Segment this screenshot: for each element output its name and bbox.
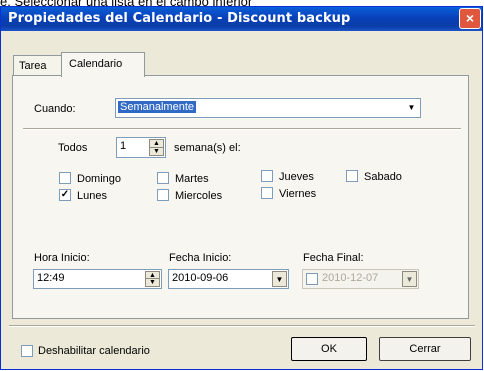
calendar-tab-panel: Cuando: Semanalmente ▼ Todos 1 ▲ ▼ seman…	[12, 75, 469, 319]
disable-calendar-checkbox[interactable]	[21, 345, 33, 357]
day-martes-checkbox[interactable]	[157, 172, 169, 184]
day-martes-label: Martes	[175, 173, 209, 185]
chevron-down-icon[interactable]: ▼	[272, 271, 287, 287]
day-sabado-checkbox[interactable]	[346, 170, 358, 182]
start-date-value: 2010-09-06	[172, 272, 229, 284]
tab-calendario-label: Calendario	[69, 58, 123, 70]
end-date-enable-checkbox[interactable]	[306, 273, 318, 285]
chevron-down-icon[interactable]: ▼	[404, 100, 419, 116]
every-suffix-label: semana(s) el:	[174, 142, 241, 154]
end-date-label: Fecha Final:	[303, 252, 364, 264]
tab-tarea-label: Tarea	[19, 60, 47, 72]
end-date-value: 2010-12-07	[322, 272, 379, 284]
ok-button-label: OK	[321, 343, 337, 355]
start-date-label: Fecha Inicio:	[169, 252, 232, 264]
day-domingo-label: Domingo	[77, 173, 122, 185]
stepper-down-icon[interactable]: ▼	[146, 279, 159, 286]
every-weeks-stepper[interactable]: ▲ ▼	[149, 139, 164, 156]
separator-top	[23, 128, 461, 130]
day-jueves-label: Jueves	[279, 171, 314, 183]
when-select[interactable]: Semanalmente ▼	[115, 98, 421, 118]
day-jueves-checkbox[interactable]	[261, 170, 273, 182]
start-time-input[interactable]: 12:49 ▲ ▼	[33, 269, 162, 289]
stepper-up-icon[interactable]: ▲	[146, 272, 159, 279]
every-weeks-input[interactable]: 1 ▲ ▼	[116, 137, 166, 158]
close-button-label: Cerrar	[409, 343, 441, 355]
chevron-down-icon: ▼	[402, 271, 417, 287]
start-time-value: 12:49	[37, 272, 65, 284]
day-miercoles-checkbox[interactable]	[157, 189, 169, 201]
ok-button[interactable]: OK	[291, 337, 367, 361]
every-weeks-value: 1	[120, 140, 127, 152]
when-label: Cuando:	[34, 103, 76, 115]
day-viernes-checkbox[interactable]	[261, 187, 273, 199]
day-lunes-label: Lunes	[77, 190, 107, 202]
start-time-stepper[interactable]: ▲ ▼	[145, 271, 160, 287]
close-icon: ×	[465, 10, 475, 26]
disable-calendar-label: Deshabilitar calendario	[38, 345, 150, 357]
end-date-picker: 2010-12-07 ▼	[302, 269, 419, 289]
when-select-value: Semanalmente	[118, 101, 196, 113]
close-window-button[interactable]: ×	[459, 8, 481, 29]
every-label: Todos	[58, 142, 88, 154]
day-lunes-checkbox[interactable]: ✓	[59, 189, 71, 201]
close-button[interactable]: Cerrar	[379, 337, 471, 361]
check-mark-icon: ✓	[60, 189, 70, 200]
title-bar: Propiedades del Calendario - Discount ba…	[1, 7, 482, 31]
stepper-down-icon[interactable]: ▼	[150, 148, 163, 156]
tab-tarea[interactable]: Tarea	[13, 55, 65, 76]
day-miercoles-label: Miercoles	[175, 190, 223, 202]
start-date-picker[interactable]: 2010-09-06 ▼	[168, 269, 289, 289]
day-viernes-label: Viernes	[279, 188, 317, 200]
start-time-label: Hora Inicio:	[34, 252, 90, 264]
stepper-up-icon[interactable]: ▲	[150, 140, 163, 148]
calendar-properties-dialog: Propiedades del Calendario - Discount ba…	[0, 6, 483, 370]
window-title: Propiedades del Calendario - Discount ba…	[8, 11, 351, 26]
day-domingo-checkbox[interactable]	[59, 172, 71, 184]
day-sabado-label: Sabado	[364, 171, 402, 183]
tab-calendario[interactable]: Calendario	[61, 52, 145, 77]
separator-bottom	[9, 325, 475, 327]
